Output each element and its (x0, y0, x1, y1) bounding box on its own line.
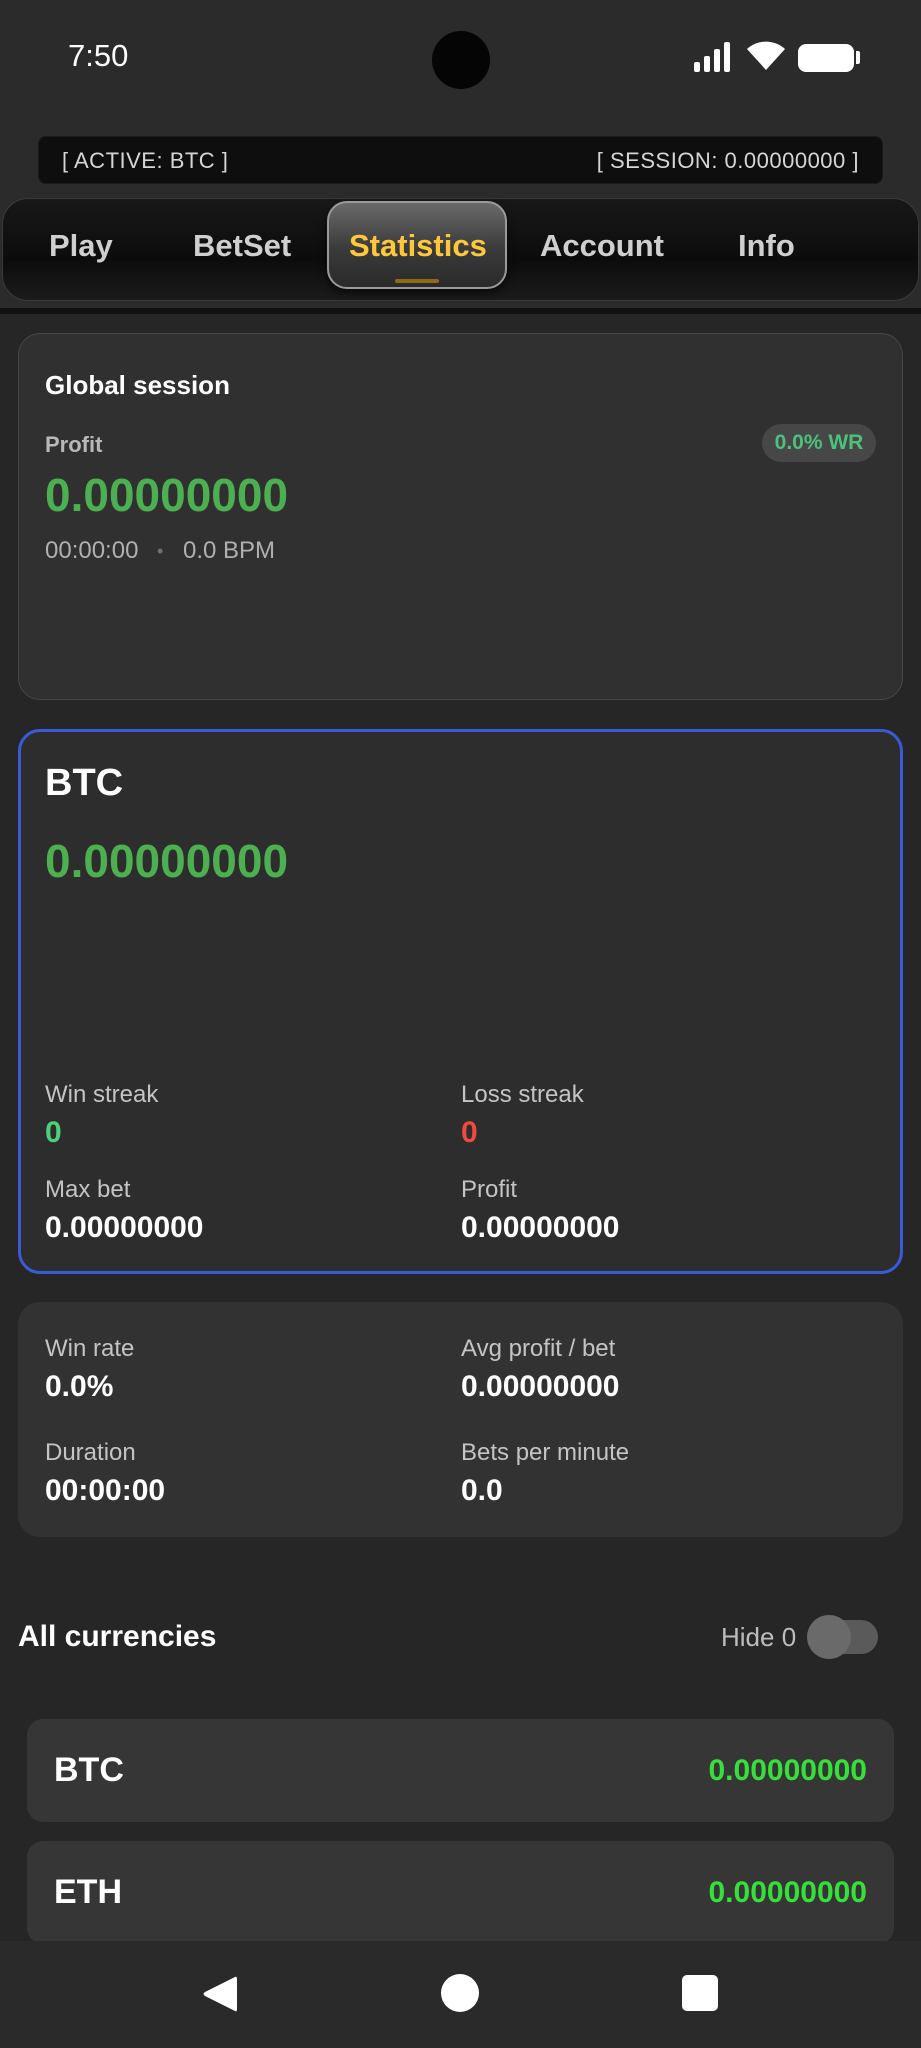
duration-label: Duration (45, 1439, 136, 1466)
currency-row-value: 0.00000000 (708, 1876, 868, 1909)
win-streak-value: 0 (45, 1116, 62, 1149)
win-rate-value: 0.0% (45, 1370, 114, 1403)
status-time: 7:50 (68, 38, 129, 73)
battery-icon (798, 44, 854, 72)
signal-icon (694, 42, 734, 77)
battery-tip (856, 51, 860, 64)
win-rate-badge: 0.0% WR (762, 424, 876, 462)
currency-card-name: BTC (45, 762, 124, 804)
currency-row-name: BTC (54, 1751, 124, 1789)
tab-account[interactable]: Account (540, 228, 664, 264)
tab-info[interactable]: Info (738, 228, 795, 264)
duration-value: 00:00:00 (45, 1474, 166, 1507)
loss-streak-value: 0 (461, 1116, 478, 1149)
recent-apps-icon[interactable] (682, 1975, 718, 2011)
bets-per-minute-value: 0.0 (461, 1474, 503, 1507)
hide-zero-toggle-knob[interactable] (807, 1615, 851, 1659)
hide-zero-label: Hide 0 (721, 1622, 797, 1652)
camera-cutout (432, 31, 490, 89)
tab-play[interactable]: Play (49, 228, 113, 264)
bets-per-minute-label: Bets per minute (461, 1439, 630, 1466)
global-duration: 00:00:00 (45, 537, 139, 564)
header-divider (0, 308, 921, 314)
max-bet-value: 0.00000000 (45, 1211, 204, 1244)
currency-row-name: ETH (54, 1873, 122, 1911)
avg-profit-label: Avg profit / bet (461, 1335, 616, 1362)
session-balance-label: [ SESSION: 0.00000000 ] (596, 148, 859, 173)
tab-betset[interactable]: BetSet (193, 228, 291, 264)
currency-row-value: 0.00000000 (708, 1754, 868, 1787)
global-profit-label: Profit (45, 432, 103, 457)
wifi-icon (745, 40, 787, 77)
win-rate-label: Win rate (45, 1335, 135, 1362)
all-currencies-title: All currencies (18, 1620, 217, 1653)
max-bet-label: Max bet (45, 1176, 131, 1203)
avg-profit-value: 0.00000000 (461, 1370, 620, 1403)
global-session-title: Global session (45, 370, 230, 400)
active-currency-label: [ ACTIVE: BTC ] (62, 148, 229, 173)
global-profit-value: 0.00000000 (45, 469, 289, 521)
back-icon[interactable] (201, 1974, 239, 2019)
global-bpm: 0.0 BPM (183, 537, 276, 564)
separator-dot: • (157, 541, 164, 561)
tab-statistics[interactable]: Statistics (349, 228, 487, 264)
card-profit-label: Profit (461, 1176, 518, 1203)
card-profit-value: 0.00000000 (461, 1211, 620, 1244)
currency-card-balance: 0.00000000 (45, 835, 289, 887)
home-icon[interactable] (441, 1974, 479, 2012)
tab-active-indicator (395, 279, 439, 283)
loss-streak-label: Loss streak (461, 1081, 584, 1108)
win-streak-label: Win streak (45, 1081, 159, 1108)
